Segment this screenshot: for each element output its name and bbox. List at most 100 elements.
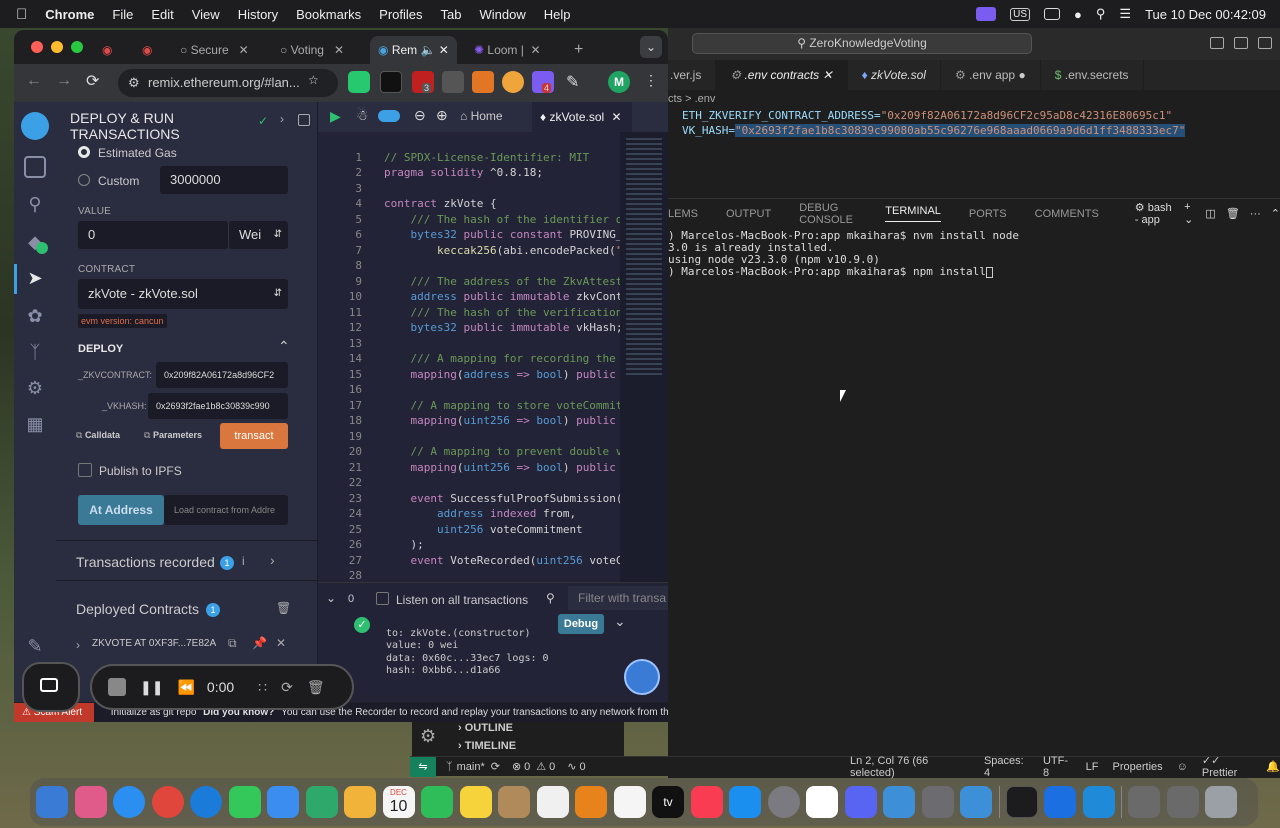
warnings-count[interactable]: 0 <box>549 761 555 773</box>
close-icon[interactable]: ✕ <box>612 110 622 124</box>
network-utility-icon[interactable] <box>883 786 915 818</box>
ports-icon[interactable]: ∿ <box>567 760 576 773</box>
indentation[interactable]: Spaces: 4 <box>984 755 1029 779</box>
transact-button[interactable]: transact <box>220 423 288 449</box>
drag-handle-icon[interactable]: ∷ <box>258 679 267 696</box>
menu-profiles[interactable]: Profiles <box>379 7 422 22</box>
calldata-button[interactable]: ⧉ Calldata <box>76 430 120 441</box>
new-terminal-icon[interactable]: + ⌄ <box>1184 201 1195 226</box>
extension-icon-3[interactable]: 3 <box>412 71 434 93</box>
calendar-icon[interactable]: DEC 10 <box>382 786 415 818</box>
zkvcontract-input[interactable]: 0x209f82A06172a8d96CF2 <box>156 362 288 388</box>
vscode-icon[interactable] <box>1082 786 1115 818</box>
photos-icon[interactable] <box>344 786 376 818</box>
terminal-selector[interactable]: ⚙ bash - app <box>1135 201 1174 226</box>
at-address-button[interactable]: At Address <box>78 495 164 525</box>
solidity-plugin-icon[interactable]: ✎ <box>24 636 46 658</box>
camera-toggle-button[interactable] <box>22 662 80 712</box>
tab-env-app[interactable]: ⚙ .env app ● <box>941 60 1041 90</box>
expand-chevron-icon[interactable]: › <box>76 638 80 652</box>
mail-icon[interactable] <box>267 786 299 818</box>
tab-debug-console[interactable]: DEBUG CONSOLE <box>799 202 857 226</box>
collapse-chevron-icon[interactable]: ⌃ <box>278 338 290 355</box>
zoom-window-button[interactable] <box>71 41 83 53</box>
chevron-right-icon[interactable]: › <box>270 552 275 568</box>
stop-button[interactable] <box>108 678 126 696</box>
tab-ports[interactable]: PORTS <box>969 208 1007 220</box>
trash-icon[interactable]: 🗑 <box>1226 207 1240 220</box>
apple-tv-icon[interactable]: tv <box>652 786 684 818</box>
zoom-in-icon[interactable]: ⊕ <box>436 107 448 124</box>
expand-tx-icon[interactable]: ⌄ <box>614 613 626 630</box>
plugin-manager-icon[interactable]: ▦ <box>24 414 46 436</box>
terminal-line-4[interactable]: ) Marcelos-MacBook-Pro:app mkaihara$ npm… <box>668 265 993 278</box>
plugin-settings-icon[interactable]: ⚙ <box>24 378 46 400</box>
terminal-icon[interactable] <box>1005 786 1038 818</box>
warnings-icon[interactable]: ⚠ <box>536 760 546 773</box>
maps-icon[interactable] <box>305 786 338 818</box>
finder-icon[interactable] <box>36 786 68 818</box>
env-line-2[interactable]: VK_HASH="0x2693f2fae1b8c30839c99080ab55c… <box>682 124 1186 137</box>
extension-icon-7[interactable]: 4 <box>532 71 554 93</box>
deployed-instance[interactable]: ZKVOTE AT 0XF3F...7E82A <box>92 638 216 649</box>
back-button[interactable]: ← <box>26 72 42 90</box>
menu-app-name[interactable]: Chrome <box>45 7 94 22</box>
search-icon[interactable]: ⚲ <box>24 194 46 216</box>
listen-checkbox[interactable] <box>376 592 389 605</box>
recording-tab-icon-2[interactable]: ◉ <box>142 36 152 64</box>
copilot-icon[interactable]: ☺ <box>1177 761 1188 773</box>
parameters-button[interactable]: ⧉ Parameters <box>144 430 202 441</box>
reminders-icon[interactable] <box>536 786 569 818</box>
apple-icon[interactable]:  <box>16 6 27 23</box>
tab-remix[interactable]: ◉ Rem 🔈 ✕ <box>370 36 457 64</box>
value-input[interactable]: 0 <box>78 221 228 249</box>
debug-button[interactable]: Debug <box>558 614 604 634</box>
menu-bookmarks[interactable]: Bookmarks <box>296 7 361 22</box>
menu-window[interactable]: Window <box>480 7 526 22</box>
more-icon[interactable]: ··· <box>1250 208 1261 220</box>
unsaved-dot-icon[interactable]: ● <box>1018 68 1025 82</box>
reload-button[interactable]: ⟳ <box>86 71 99 91</box>
debugger-icon[interactable]: ✿ <box>24 306 46 328</box>
menu-history[interactable]: History <box>238 7 278 22</box>
trash-icon[interactable] <box>1205 786 1237 818</box>
tab-problems[interactable]: LEMS <box>668 208 698 220</box>
audio-icon[interactable]: 🔈 <box>421 43 436 57</box>
bookmark-star-icon[interactable]: ☆ <box>308 73 319 87</box>
tab-loom[interactable]: ✺ Loom | ✕ <box>474 36 541 64</box>
system-settings-icon[interactable] <box>767 786 800 818</box>
minimize-window-button[interactable] <box>51 41 63 53</box>
tab-env-secrets[interactable]: $ .env.secrets <box>1041 60 1144 90</box>
extensions-puzzle-icon[interactable]: ✎ <box>566 72 579 92</box>
profile-avatar[interactable]: M <box>608 71 630 93</box>
site-info-icon[interactable]: ⚙ <box>128 69 140 97</box>
encoding[interactable]: UTF-8 <box>1043 755 1072 779</box>
vkhash-input[interactable]: 0x2693f2fae1b8c30839c990 <box>148 393 288 419</box>
errors-icon[interactable]: ⊗ <box>512 760 521 773</box>
spotlight-icon[interactable]: ⚲ <box>1096 6 1106 22</box>
music-icon[interactable] <box>690 786 723 818</box>
end-of-line[interactable]: LF <box>1086 761 1099 773</box>
gas-limit-input[interactable]: 3000000 <box>160 166 288 194</box>
safari-icon[interactable] <box>113 786 145 818</box>
contract-select[interactable]: zkVote - zkVote.sol ⇵ <box>78 279 288 309</box>
recording-tab-icon[interactable]: ◉ <box>102 36 112 64</box>
cursor-position[interactable]: Ln 2, Col 76 (66 selected) <box>850 755 966 779</box>
settings-gear-icon[interactable]: ⚙ <box>420 726 436 747</box>
extension-icon-4[interactable] <box>442 71 464 93</box>
tab-secure[interactable]: ○ Secure ✕ <box>180 36 249 64</box>
chevron-right-icon[interactable]: › <box>280 112 284 126</box>
sublime-icon[interactable] <box>575 786 607 818</box>
wifi-icon[interactable]: ● <box>1074 7 1082 22</box>
breadcrumb[interactable]: cts > .env <box>668 90 1280 108</box>
downloads-stack-icon[interactable] <box>1128 786 1160 818</box>
solidity-compiler-icon[interactable]: ◆ <box>24 232 48 254</box>
battery-icon[interactable] <box>1044 8 1061 20</box>
input-source-badge[interactable]: US <box>1010 7 1031 21</box>
notifications-icon[interactable]: 🔔 <box>1266 760 1280 773</box>
info-icon[interactable]: i <box>242 554 245 568</box>
run-icon[interactable]: ▶ <box>330 108 341 125</box>
rewind-button[interactable]: ⏪ <box>177 679 194 696</box>
contacts-icon[interactable] <box>498 786 530 818</box>
metamask-icon[interactable] <box>472 71 494 93</box>
